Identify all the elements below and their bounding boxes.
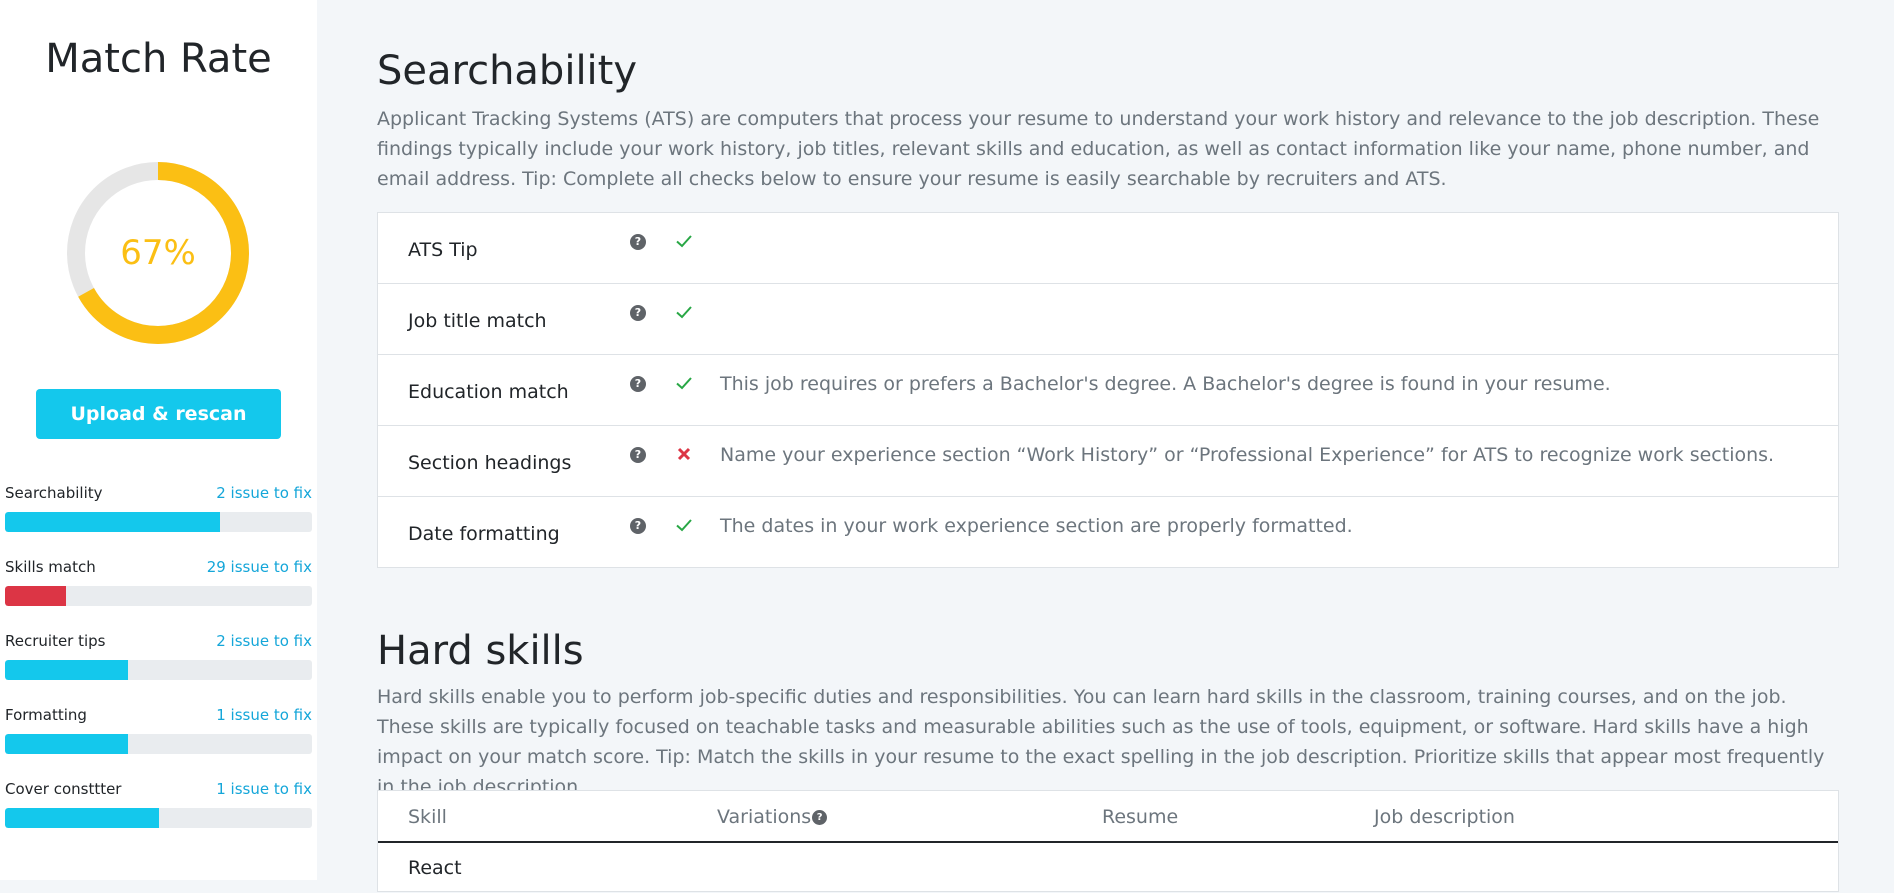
match-rate-gauge: 67%	[67, 162, 249, 344]
metric-label: Recruiter tips	[5, 632, 106, 650]
check-label: Job title match	[408, 310, 547, 332]
skill-name: React	[408, 857, 462, 879]
metric-progress-track	[5, 734, 312, 754]
metric-formatting: Formatting 1 issue to fix	[5, 706, 312, 780]
check-row: Job title match ?	[378, 284, 1838, 355]
metric-progress-fill	[5, 808, 159, 828]
check-icon	[676, 306, 692, 319]
metric-searchability: Searchability 2 issue to fix	[5, 484, 312, 558]
check-row: Date formatting ? The dates in your work…	[378, 497, 1838, 567]
hard-skills-table: Skill Variations? Resume Job description…	[377, 790, 1839, 892]
metric-recruiter-tips: Recruiter tips 2 issue to fix	[5, 632, 312, 706]
metric-progress-track	[5, 586, 312, 606]
help-icon[interactable]: ?	[630, 376, 646, 392]
metric-label: Skills match	[5, 558, 96, 576]
cross-icon	[677, 447, 691, 461]
table-row: React	[378, 843, 1838, 893]
metric-progress-fill	[5, 586, 67, 606]
column-header-label: Variations	[717, 806, 812, 828]
hard-skills-description: Hard skills enable you to perform job-sp…	[377, 686, 1825, 798]
check-row: ATS Tip ?	[378, 213, 1838, 284]
check-label: Section headings	[408, 452, 572, 474]
column-header-job-description: Job description	[1374, 806, 1515, 828]
check-message: The dates in your work experience sectio…	[720, 515, 1353, 537]
check-label: ATS Tip	[408, 239, 478, 261]
column-header-skill: Skill	[408, 806, 447, 828]
metric-cover-letter: Cover consttter 1 issue to fix	[5, 780, 312, 854]
match-rate-sidebar: Match Rate 67% Upload & rescan Searchabi…	[0, 0, 317, 880]
metric-skills-match: Skills match 29 issue to fix	[5, 558, 312, 632]
hard-skills-title: Hard skills	[377, 628, 584, 674]
column-header-variations: Variations?	[717, 806, 828, 828]
searchability-description: Applicant Tracking Systems (ATS) are com…	[377, 108, 1820, 190]
metric-progress-fill	[5, 734, 128, 754]
metric-progress-fill	[5, 660, 128, 680]
table-header: Skill Variations? Resume Job description	[378, 791, 1838, 843]
searchability-title: Searchability	[377, 48, 638, 94]
match-rate-title: Match Rate	[45, 36, 272, 82]
metric-issue-link[interactable]: 1 issue to fix	[216, 706, 312, 724]
metric-label: Formatting	[5, 706, 87, 724]
help-icon[interactable]: ?	[630, 447, 646, 463]
metric-progress-fill	[5, 512, 220, 532]
metric-label: Searchability	[5, 484, 103, 502]
check-message: This job requires or prefers a Bachelor'…	[720, 373, 1611, 395]
check-row: Education match ? This job requires or p…	[378, 355, 1838, 426]
help-icon[interactable]: ?	[630, 234, 646, 250]
check-label: Education match	[408, 381, 569, 403]
check-icon	[676, 519, 692, 532]
metric-label: Cover consttter	[5, 780, 122, 798]
check-row: Section headings ? Name your experience …	[378, 426, 1838, 497]
help-icon[interactable]: ?	[630, 518, 646, 534]
metric-issue-link[interactable]: 2 issue to fix	[216, 632, 312, 650]
metric-progress-track	[5, 808, 312, 828]
check-icon	[676, 377, 692, 390]
metric-issue-link[interactable]: 1 issue to fix	[216, 780, 312, 798]
metric-progress-track	[5, 512, 312, 532]
help-icon[interactable]: ?	[812, 810, 828, 825]
match-rate-value: 67%	[120, 233, 196, 273]
column-header-resume: Resume	[1102, 806, 1179, 828]
searchability-checks-table: ATS Tip ? Job title match ? Education ma…	[377, 212, 1839, 568]
check-icon	[676, 235, 692, 248]
metric-issue-link[interactable]: 2 issue to fix	[216, 484, 312, 502]
help-icon[interactable]: ?	[630, 305, 646, 321]
metric-list: Searchability 2 issue to fix Skills matc…	[5, 484, 312, 854]
check-message: Name your experience section “Work Histo…	[720, 444, 1775, 466]
check-label: Date formatting	[408, 523, 560, 545]
upload-rescan-button[interactable]: Upload & rescan	[36, 389, 281, 439]
metric-issue-link[interactable]: 29 issue to fix	[207, 558, 312, 576]
metric-progress-track	[5, 660, 312, 680]
